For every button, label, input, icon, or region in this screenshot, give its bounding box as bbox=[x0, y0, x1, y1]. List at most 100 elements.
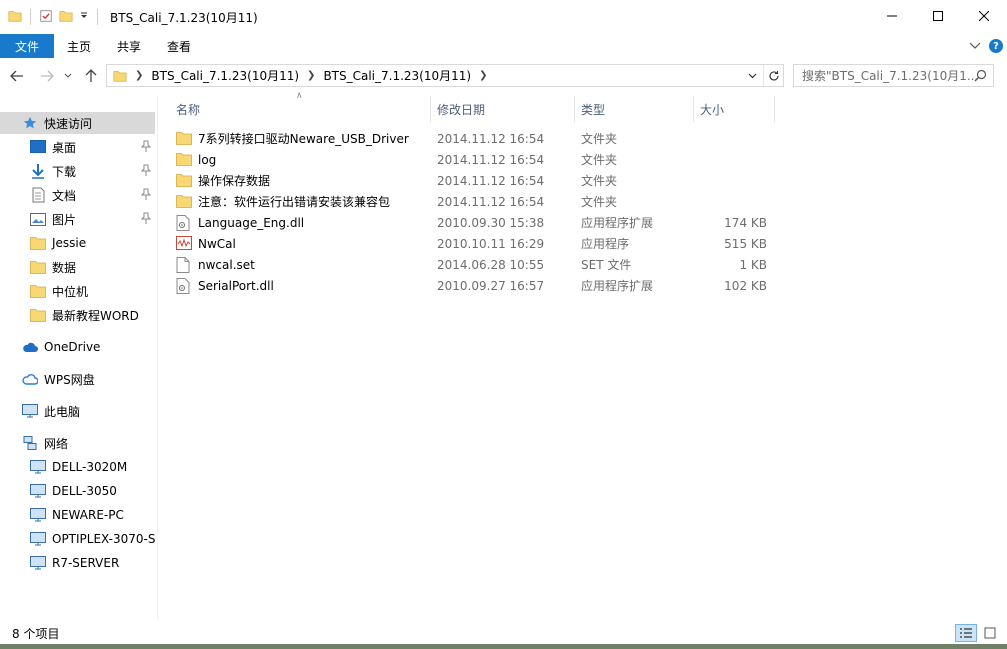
file-size: 1 KB bbox=[739, 257, 767, 272]
minimize-button[interactable] bbox=[869, 0, 915, 32]
pin-icon[interactable] bbox=[140, 140, 152, 155]
sidebar-item-this-pc[interactable]: 此电脑 bbox=[22, 400, 155, 422]
tab-file[interactable]: 文件 bbox=[0, 34, 54, 58]
file-row[interactable]: NwCal 2010.10.11 16:29 应用程序 515 KB bbox=[172, 233, 772, 254]
folder-icon bbox=[176, 194, 192, 210]
large-icons-view-button[interactable] bbox=[979, 624, 1001, 642]
address-bar[interactable]: ❯ BTS_Cali_7.1.23(10月11) ❯ BTS_Cali_7.1.… bbox=[106, 64, 784, 87]
sidebar-item-wps[interactable]: WPS网盘 bbox=[22, 368, 155, 390]
item-count: 8 个项目 bbox=[12, 626, 60, 641]
folder-icon bbox=[176, 152, 192, 168]
file-row[interactable]: 7系列转接口驱动Neware_USB_Driver 2014.11.12 16:… bbox=[172, 128, 772, 149]
navigation-bar: ❯ BTS_Cali_7.1.23(10月11) ❯ BTS_Cali_7.1.… bbox=[0, 60, 1007, 92]
customize-toolbar-icon[interactable] bbox=[79, 10, 89, 24]
star-icon bbox=[22, 115, 38, 131]
file-size bbox=[692, 149, 767, 170]
sidebar-item-computer[interactable]: OPTIPLEX-3070-S bbox=[30, 528, 155, 550]
maximize-button[interactable] bbox=[915, 0, 961, 32]
breadcrumb-item[interactable]: BTS_Cali_7.1.23(10月11) bbox=[317, 67, 477, 84]
back-button[interactable] bbox=[6, 65, 28, 87]
search-icon[interactable] bbox=[974, 69, 987, 85]
sidebar-item-label: 桌面 bbox=[52, 140, 77, 155]
network-icon bbox=[22, 435, 38, 451]
new-folder-icon[interactable] bbox=[59, 9, 73, 26]
column-divider[interactable] bbox=[774, 96, 775, 122]
tab-home[interactable]: 主页 bbox=[54, 34, 104, 58]
sidebar-item-computer[interactable]: DELL-3050 bbox=[30, 480, 155, 502]
sidebar-item-computer[interactable]: R7-SERVER bbox=[30, 552, 155, 574]
dll-icon bbox=[176, 277, 192, 294]
sidebar-item-desktop[interactable]: 桌面 bbox=[30, 136, 155, 158]
file-type: 文件夹 bbox=[581, 174, 618, 188]
sidebar-item-pictures[interactable]: 图片 bbox=[30, 208, 155, 230]
file-name-cell: Language_Eng.dll bbox=[176, 212, 304, 233]
sidebar-item-quick-access[interactable]: 快速访问 bbox=[0, 112, 155, 134]
sidebar-item-computer[interactable]: DELL-3020M bbox=[30, 456, 155, 478]
breadcrumb-item[interactable]: BTS_Cali_7.1.23(10月11) bbox=[145, 67, 305, 84]
properties-icon[interactable] bbox=[39, 9, 53, 26]
sidebar-item-folder[interactable]: Jessie bbox=[30, 232, 155, 254]
file-name: 7系列转接口驱动Neware_USB_Driver bbox=[198, 132, 409, 146]
file-name: 注意：软件运行出错请安装该兼容包 bbox=[198, 195, 391, 209]
file-row[interactable]: 操作保存数据 2014.11.12 16:54 文件夹 bbox=[172, 170, 772, 191]
chevron-right-icon[interactable]: ❯ bbox=[305, 70, 317, 81]
close-button[interactable] bbox=[961, 0, 1007, 32]
download-icon bbox=[30, 163, 46, 179]
forward-button[interactable] bbox=[36, 65, 58, 87]
column-header-size[interactable]: 大小 bbox=[694, 96, 774, 122]
sidebar-item-label: DELL-3050 bbox=[52, 484, 117, 498]
pin-icon[interactable] bbox=[140, 164, 152, 179]
monitor-icon bbox=[30, 483, 46, 499]
sidebar-item-onedrive[interactable]: OneDrive bbox=[22, 336, 155, 358]
file-row[interactable]: nwcal.set 2014.06.28 10:55 SET 文件 1 KB bbox=[172, 254, 772, 275]
file-row[interactable]: Language_Eng.dll 2010.09.30 15:38 应用程序扩展… bbox=[172, 212, 772, 233]
file-row[interactable]: SerialPort.dll 2010.09.27 16:57 应用程序扩展 1… bbox=[172, 275, 772, 296]
sidebar-item-documents[interactable]: 文档 bbox=[30, 184, 155, 206]
file-date: 2014.11.12 16:54 bbox=[437, 131, 545, 146]
sidebar-item-folder[interactable]: 中位机 bbox=[30, 280, 155, 302]
column-header-name[interactable]: 名称 bbox=[170, 96, 430, 122]
expand-ribbon-icon[interactable] bbox=[969, 39, 981, 53]
file-name: NwCal bbox=[198, 236, 236, 251]
chevron-right-icon[interactable]: ❯ bbox=[477, 70, 489, 81]
search-box[interactable]: 搜索"BTS_Cali_7.1.23(10月1... bbox=[793, 64, 994, 87]
pin-icon[interactable] bbox=[140, 212, 152, 227]
file-size bbox=[692, 128, 767, 149]
chevron-right-icon[interactable]: ❯ bbox=[133, 70, 145, 81]
document-icon bbox=[30, 187, 46, 203]
address-dropdown-button[interactable] bbox=[743, 65, 761, 86]
file-name: log bbox=[198, 152, 217, 167]
file-size bbox=[692, 191, 767, 212]
sidebar-item-folder[interactable]: 最新教程WORD bbox=[30, 304, 155, 326]
file-type: SET 文件 bbox=[581, 258, 632, 272]
refresh-button[interactable] bbox=[763, 65, 783, 86]
file-date: 2014.11.12 16:54 bbox=[437, 152, 545, 167]
up-button[interactable] bbox=[80, 65, 102, 87]
sidebar-item-network[interactable]: 网络 bbox=[22, 432, 155, 454]
column-header-date[interactable]: 修改日期 bbox=[431, 96, 574, 122]
sidebar-item-computer[interactable]: NEWARE-PC bbox=[30, 504, 155, 526]
pane-divider[interactable] bbox=[157, 96, 158, 620]
file-name-cell: SerialPort.dll bbox=[176, 275, 274, 296]
sidebar-item-label: OPTIPLEX-3070-S bbox=[52, 532, 155, 546]
details-view-button[interactable] bbox=[955, 624, 977, 642]
view-switcher bbox=[955, 624, 1001, 642]
column-header-type[interactable]: 类型 bbox=[575, 96, 693, 122]
dll-icon bbox=[176, 214, 192, 231]
sidebar-item-downloads[interactable]: 下载 bbox=[30, 160, 155, 182]
tab-view[interactable]: 查看 bbox=[154, 34, 204, 58]
pin-icon[interactable] bbox=[140, 188, 152, 203]
help-icon[interactable]: ? bbox=[989, 39, 1003, 53]
sidebar-item-folder[interactable]: 数据 bbox=[30, 256, 155, 278]
file-name-cell: log bbox=[176, 149, 216, 170]
title-bar: BTS_Cali_7.1.23(10月11) bbox=[0, 0, 1007, 34]
folder-icon bbox=[176, 131, 192, 147]
tab-share[interactable]: 共享 bbox=[104, 34, 154, 58]
file-row[interactable]: 注意：软件运行出错请安装该兼容包 2014.11.12 16:54 文件夹 bbox=[172, 191, 772, 212]
folder-icon[interactable] bbox=[8, 9, 22, 26]
sidebar-item-label: 下载 bbox=[52, 164, 77, 179]
recent-locations-button[interactable] bbox=[60, 65, 76, 87]
computer-icon bbox=[22, 403, 38, 419]
folder-icon bbox=[30, 283, 46, 299]
file-row[interactable]: log 2014.11.12 16:54 文件夹 bbox=[172, 149, 772, 170]
